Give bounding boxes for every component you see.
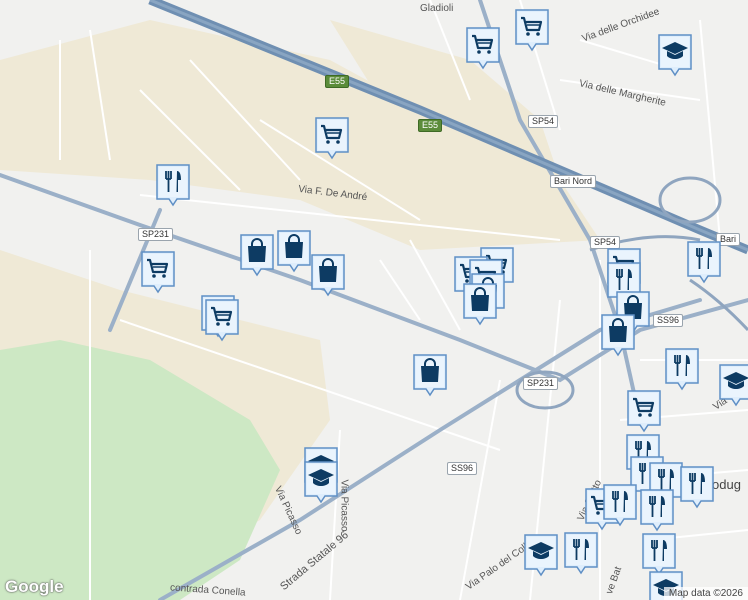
restaurant-icon	[665, 348, 699, 391]
shopping-cart-icon	[141, 251, 175, 294]
graduation-cap-marker[interactable]	[657, 33, 693, 77]
restaurant-icon	[156, 164, 190, 207]
shopping-bag-icon	[413, 354, 447, 397]
street-label: Gladioli	[420, 3, 454, 14]
restaurant-marker[interactable]	[639, 488, 675, 532]
shopping-bag-icon	[311, 254, 345, 297]
map-canvas[interactable]: Gladioli Via delle Orchidee Via delle Ma…	[0, 0, 748, 600]
shopping-bag-marker[interactable]	[600, 313, 636, 357]
graduation-cap-marker[interactable]	[303, 460, 339, 504]
graduation-cap-marker[interactable]	[523, 533, 559, 577]
shopping-bag-icon	[240, 234, 274, 277]
shopping-cart-icon	[466, 27, 500, 70]
road-shield: SP231	[523, 377, 559, 390]
restaurant-icon	[564, 532, 598, 575]
shopping-cart-icon	[315, 117, 349, 160]
shopping-cart-marker[interactable]	[514, 8, 550, 52]
road-shield: SS96	[653, 314, 684, 327]
restaurant-icon	[603, 484, 637, 527]
shopping-cart-marker[interactable]	[204, 298, 240, 342]
shopping-cart-icon	[627, 390, 661, 433]
road-shield: E55	[325, 75, 350, 88]
shopping-cart-icon	[205, 299, 239, 342]
shopping-bag-icon	[277, 230, 311, 273]
shopping-cart-marker[interactable]	[314, 116, 350, 160]
restaurant-marker[interactable]	[563, 531, 599, 575]
restaurant-marker[interactable]	[664, 347, 700, 391]
road-shield: SP54	[528, 115, 559, 128]
restaurant-icon	[687, 241, 721, 284]
restaurant-marker[interactable]	[686, 240, 722, 284]
restaurant-marker[interactable]	[155, 163, 191, 207]
graduation-cap-marker[interactable]	[718, 363, 748, 407]
shopping-cart-marker[interactable]	[465, 26, 501, 70]
street-label: odug	[712, 477, 741, 492]
road-shield: E55	[418, 119, 443, 132]
road-shield: SS96	[447, 462, 478, 475]
shopping-cart-marker[interactable]	[626, 389, 662, 433]
shopping-bag-marker[interactable]	[412, 353, 448, 397]
restaurant-marker[interactable]	[602, 483, 638, 527]
google-logo: Google	[5, 577, 64, 596]
shopping-bag-marker[interactable]	[462, 282, 498, 326]
shopping-bag-icon	[463, 283, 497, 326]
graduation-cap-icon	[658, 34, 692, 77]
shopping-cart-marker[interactable]	[140, 250, 176, 294]
street-label: Via Picasso	[338, 479, 350, 532]
shopping-cart-icon	[515, 9, 549, 52]
road-shield: SP231	[138, 228, 174, 241]
road-shield: Bari Nord	[550, 175, 597, 188]
shopping-bag-marker[interactable]	[276, 229, 312, 273]
map-attribution: Map data ©2026	[663, 587, 748, 600]
shopping-bag-icon	[601, 314, 635, 357]
shopping-bag-marker[interactable]	[239, 233, 275, 277]
graduation-cap-icon	[719, 364, 748, 407]
restaurant-icon	[680, 466, 714, 509]
graduation-cap-icon	[304, 461, 338, 504]
graduation-cap-icon	[524, 534, 558, 577]
restaurant-marker[interactable]	[679, 465, 715, 509]
restaurant-icon	[640, 489, 674, 532]
shopping-bag-marker[interactable]	[310, 253, 346, 297]
